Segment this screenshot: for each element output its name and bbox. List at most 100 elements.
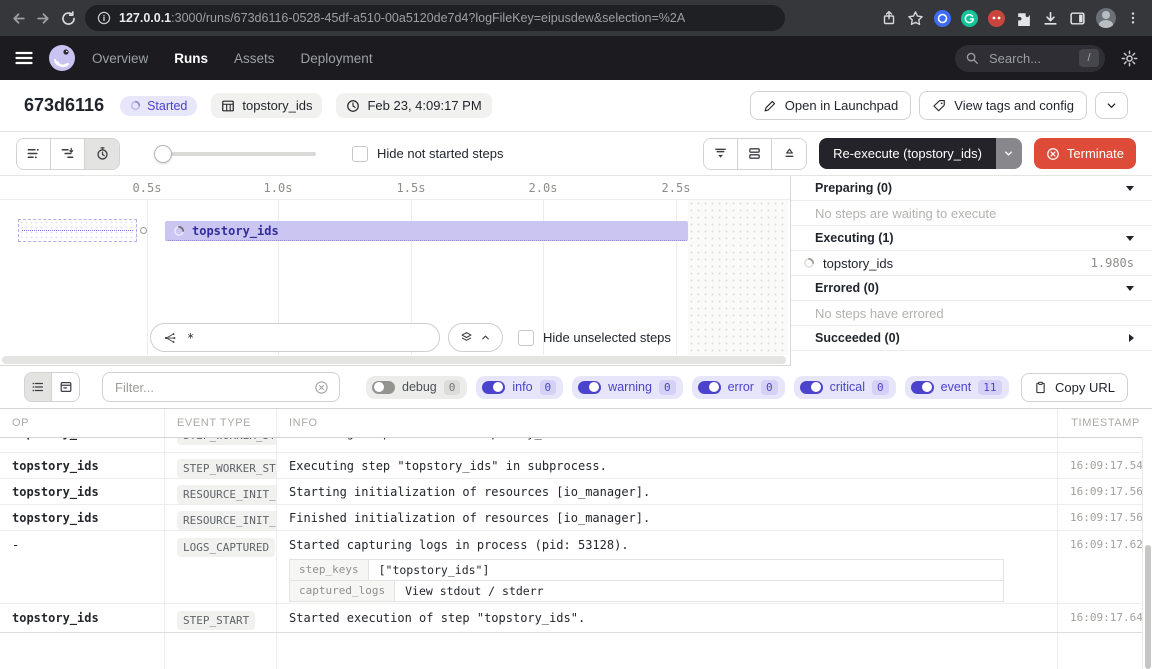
nav-deployment[interactable]: Deployment [301,51,373,66]
forward-icon[interactable] [35,10,52,27]
hide-not-started-checkbox[interactable] [352,146,368,162]
executing-step-row[interactable]: topstory_ids 1.980s [791,251,1152,276]
browser-menu-icon[interactable] [1126,10,1140,26]
hamburger-menu-icon[interactable] [14,48,34,68]
bookmark-star-icon[interactable] [907,10,924,27]
settings-gear-icon[interactable] [1121,50,1138,67]
level-chip-debug[interactable]: debug0 [366,376,467,399]
gantt-horizontal-scrollbar[interactable] [2,356,786,364]
log-row[interactable]: topstory_ids STEP_WORKER_STARTI… Launchi… [0,438,1152,453]
run-actions-dropdown-button[interactable] [1095,92,1128,119]
reexecute-button[interactable]: Re-execute (topstory_ids) [819,138,996,169]
grammarly-extension-icon[interactable] [961,10,978,27]
password-extension-icon[interactable] [934,10,951,27]
job-grid-icon [221,99,235,113]
reexecute-dropdown[interactable] [996,138,1022,169]
url-path: :3000/runs/673d6116-0528-45df-a510-00a51… [171,11,685,25]
log-row[interactable]: topstory_ids RESOURCE_INIT_SUCC… Finishe… [0,505,1152,531]
log-filter-input-wrap[interactable] [102,372,340,402]
step-query-input-wrap[interactable] [150,323,440,352]
caret-down-icon [1126,186,1134,191]
query-layers-button[interactable] [448,323,503,352]
app-header: Overview Runs Assets Deployment / [0,36,1152,80]
copy-url-button[interactable]: Copy URL [1021,373,1128,402]
zoom-slider-thumb[interactable] [154,145,172,163]
hide-not-started-label: Hide not started steps [377,146,503,161]
chevron-down-icon [1105,99,1118,112]
view-tags-config-button[interactable]: View tags and config [919,91,1087,120]
structured-list-view-icon[interactable] [25,373,52,401]
raw-log-view-icon[interactable] [52,373,79,401]
gantt-connector-dot [140,227,147,234]
site-info-icon[interactable] [97,11,111,25]
job-tag[interactable]: topstory_ids [211,93,322,118]
level-chip-warning[interactable]: warning0 [572,376,682,399]
section-succeeded[interactable]: Succeeded (0) [791,326,1152,351]
global-search[interactable]: / [955,45,1105,72]
nav-overview[interactable]: Overview [92,51,148,66]
section-executing[interactable]: Executing (1) [791,226,1152,251]
caret-down-icon [1126,236,1134,241]
metadata-row: captured_logs View stdout / stderr [290,581,1003,601]
tick-label: 1.0s [264,181,293,195]
log-row[interactable]: - LOGS_CAPTURED Started capturing logs i… [0,531,1152,604]
terminate-button[interactable]: Terminate [1034,138,1136,169]
dagster-logo[interactable] [48,44,76,72]
section-preparing[interactable]: Preparing (0) [791,176,1152,201]
open-in-launchpad-button[interactable]: Open in Launchpad [750,91,911,120]
zoom-slider[interactable] [154,145,316,163]
scrollbar-thumb[interactable] [1145,545,1151,669]
hide-unselected-checkline[interactable]: Hide unselected steps [518,330,671,346]
nav-runs[interactable]: Runs [174,51,208,66]
section-errored-empty: No steps have errored [791,301,1152,326]
side-panel-icon[interactable] [1069,10,1086,27]
level-chip-event[interactable]: event11 [905,376,1009,399]
terminate-circle-x-icon [1046,147,1060,161]
reload-icon[interactable] [60,10,77,27]
collapse-rows-icon[interactable] [704,139,738,169]
level-chip-error[interactable]: error0 [692,376,785,399]
step-query-input[interactable] [185,330,427,346]
run-time-tag: Feb 23, 4:09:17 PM [336,93,491,118]
log-row[interactable]: topstory_ids STEP_WORKER_STARTED Executi… [0,453,1152,479]
nav-assets[interactable]: Assets [234,51,275,66]
log-vertical-scrollbar[interactable] [1142,437,1152,669]
extension-icon[interactable] [988,10,1005,27]
waterfall-view-icon[interactable] [51,139,85,169]
toggle-on-icon [698,381,721,394]
log-row[interactable]: topstory_ids RESOURCE_INIT_STAR… Startin… [0,479,1152,505]
browser-profile-avatar[interactable] [1096,8,1116,28]
url-host: 127.0.0.1 [119,11,171,25]
gantt-timeline: 0.5s 1.0s 1.5s 2.0s 2.5s [0,176,790,200]
search-input[interactable] [987,50,1071,67]
extensions-puzzle-icon[interactable] [1015,10,1032,27]
log-filter-input[interactable] [113,379,314,396]
url-bar[interactable]: 127.0.0.1:3000/runs/673d6116-0528-45df-a… [85,5,785,31]
download-icon[interactable] [1042,10,1059,27]
col-op: OP [0,409,165,437]
event-type-pill: LOGS_CAPTURED [177,538,275,557]
gantt-minimap[interactable] [18,219,137,242]
event-type-pill: STEP_START [177,611,255,630]
flat-view-icon[interactable] [17,139,51,169]
section-errored[interactable]: Errored (0) [791,276,1152,301]
log-row[interactable]: topstory_ids STEP_START Started executio… [0,604,1152,633]
timed-view-icon[interactable] [85,139,119,169]
collapse-all-icon[interactable] [772,139,806,169]
tick-label: 2.0s [529,181,558,195]
zoom-slider-track [154,152,316,156]
log-table-filler [0,633,1152,669]
view-stdout-stderr-link[interactable]: View stdout / stderr [395,581,553,601]
gantt-step-bar[interactable]: topstory_ids [165,221,688,241]
clear-filter-icon[interactable] [314,380,329,395]
share-icon[interactable] [881,10,897,26]
hide-unselected-checkbox[interactable] [518,330,534,346]
level-chip-info[interactable]: info0 [476,376,563,399]
clock-icon [346,99,360,113]
expand-rows-icon[interactable] [738,139,772,169]
graph-query-icon [163,331,177,345]
hide-not-started-checkline[interactable]: Hide not started steps [352,146,503,162]
level-chip-critical[interactable]: critical0 [794,376,896,399]
dagster-run-page: 127.0.0.1:3000/runs/673d6116-0528-45df-a… [0,0,1152,669]
back-icon[interactable] [10,10,27,27]
